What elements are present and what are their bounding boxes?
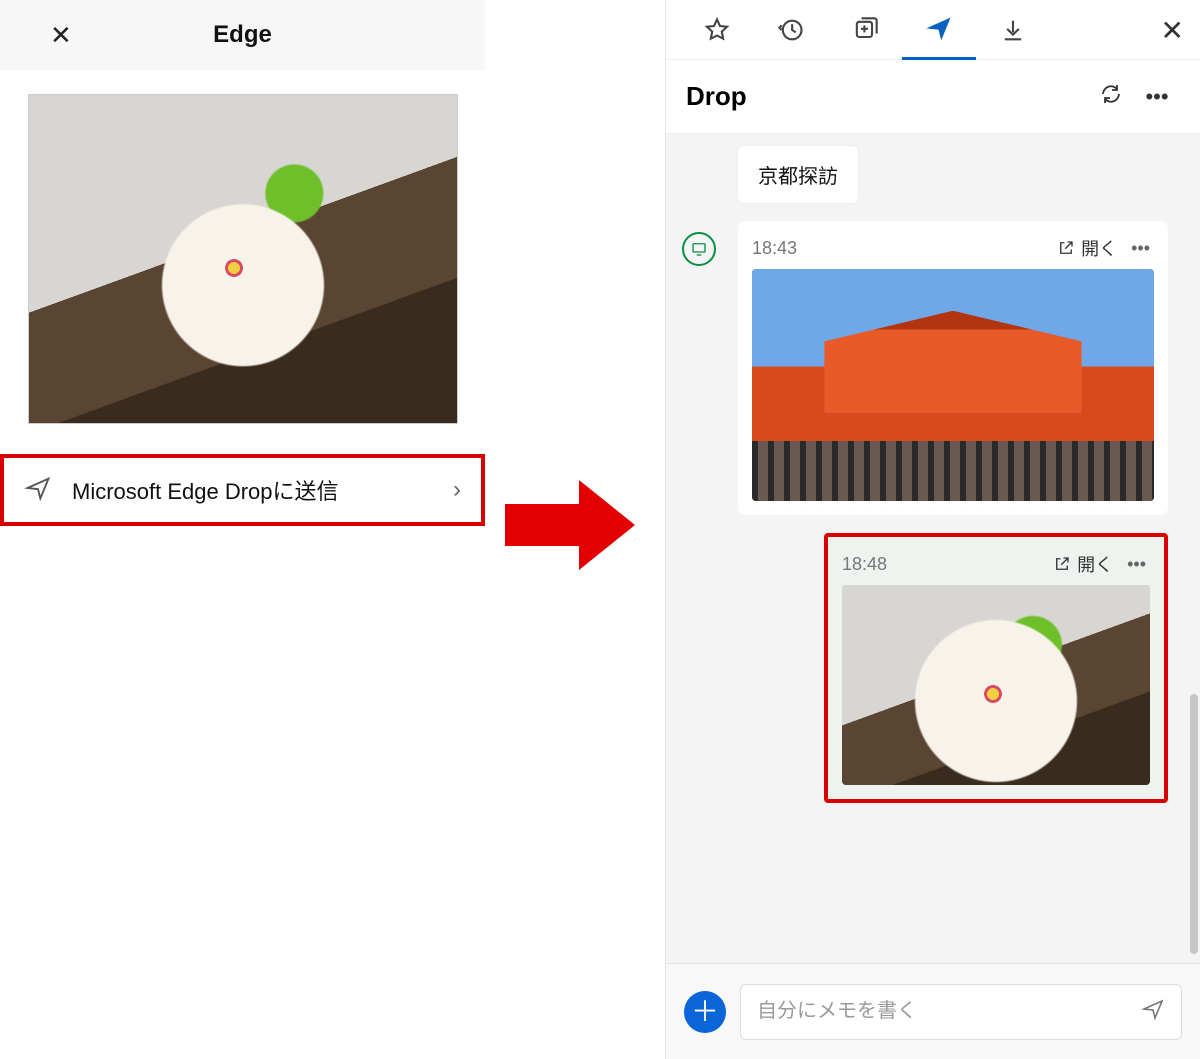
- compose-box: [740, 984, 1182, 1040]
- card-time: 18:43: [752, 238, 1047, 259]
- compose-input[interactable]: [757, 1000, 1141, 1023]
- device-badge: [682, 232, 716, 266]
- share-preview-image: [28, 94, 458, 424]
- sync-button[interactable]: [1088, 82, 1134, 112]
- downloads-tab[interactable]: [976, 0, 1050, 60]
- send-label: Microsoft Edge Dropに送信: [72, 474, 433, 506]
- drop-card-highlighted[interactable]: 18:48 開く •••: [824, 533, 1168, 803]
- flower-photo: [842, 585, 1150, 785]
- composer: ＋: [666, 963, 1200, 1059]
- red-arrow-icon: [505, 480, 645, 570]
- card-header: 18:48 開く •••: [842, 551, 1150, 577]
- chevron-right-icon: ›: [453, 476, 461, 504]
- text-message[interactable]: 京都探訪: [738, 146, 858, 203]
- flow-arrow: [485, 0, 665, 1059]
- card-header: 18:43 開く •••: [752, 235, 1154, 261]
- open-label: 開く: [1081, 235, 1117, 261]
- card-image[interactable]: [752, 269, 1154, 501]
- drop-title: Drop: [686, 81, 1088, 112]
- share-sheet: ✕ Edge Microsoft Edge Dropに送信 ›: [0, 0, 485, 1059]
- collections-tab[interactable]: [828, 0, 902, 60]
- more-button[interactable]: •••: [1134, 84, 1180, 110]
- send-button[interactable]: [1141, 997, 1165, 1026]
- flower-photo: [29, 95, 457, 423]
- scrollbar[interactable]: [1190, 694, 1198, 954]
- edge-drop-panel: ✕ Drop ••• 京都探訪 18:43 開く •••: [665, 0, 1200, 1059]
- drop-feed: 京都探訪 18:43 開く ••• 18:48 開く: [666, 134, 1200, 963]
- favorites-tab[interactable]: [680, 0, 754, 60]
- share-header: ✕ Edge: [0, 0, 485, 70]
- open-button[interactable]: 開く: [1053, 551, 1113, 577]
- card-more-button[interactable]: •••: [1127, 238, 1154, 259]
- shrine-photo: [752, 269, 1154, 501]
- open-button[interactable]: 開く: [1057, 235, 1117, 261]
- send-icon: [24, 474, 52, 507]
- card-image[interactable]: [842, 585, 1150, 785]
- card-more-button[interactable]: •••: [1123, 554, 1150, 575]
- drop-card[interactable]: 18:43 開く •••: [738, 221, 1168, 515]
- close-button[interactable]: ✕: [50, 22, 72, 48]
- plus-icon: ＋: [691, 998, 719, 1026]
- share-title: Edge: [0, 21, 485, 49]
- add-attachment-button[interactable]: ＋: [684, 991, 726, 1033]
- panel-close-button[interactable]: ✕: [1161, 14, 1184, 47]
- drop-tab[interactable]: [902, 0, 976, 60]
- send-to-drop-row[interactable]: Microsoft Edge Dropに送信 ›: [0, 454, 485, 526]
- drop-header: Drop •••: [666, 60, 1200, 134]
- card-time: 18:48: [842, 554, 1043, 575]
- edge-sidebar-toolbar: ✕: [666, 0, 1200, 60]
- history-tab[interactable]: [754, 0, 828, 60]
- open-label: 開く: [1077, 551, 1113, 577]
